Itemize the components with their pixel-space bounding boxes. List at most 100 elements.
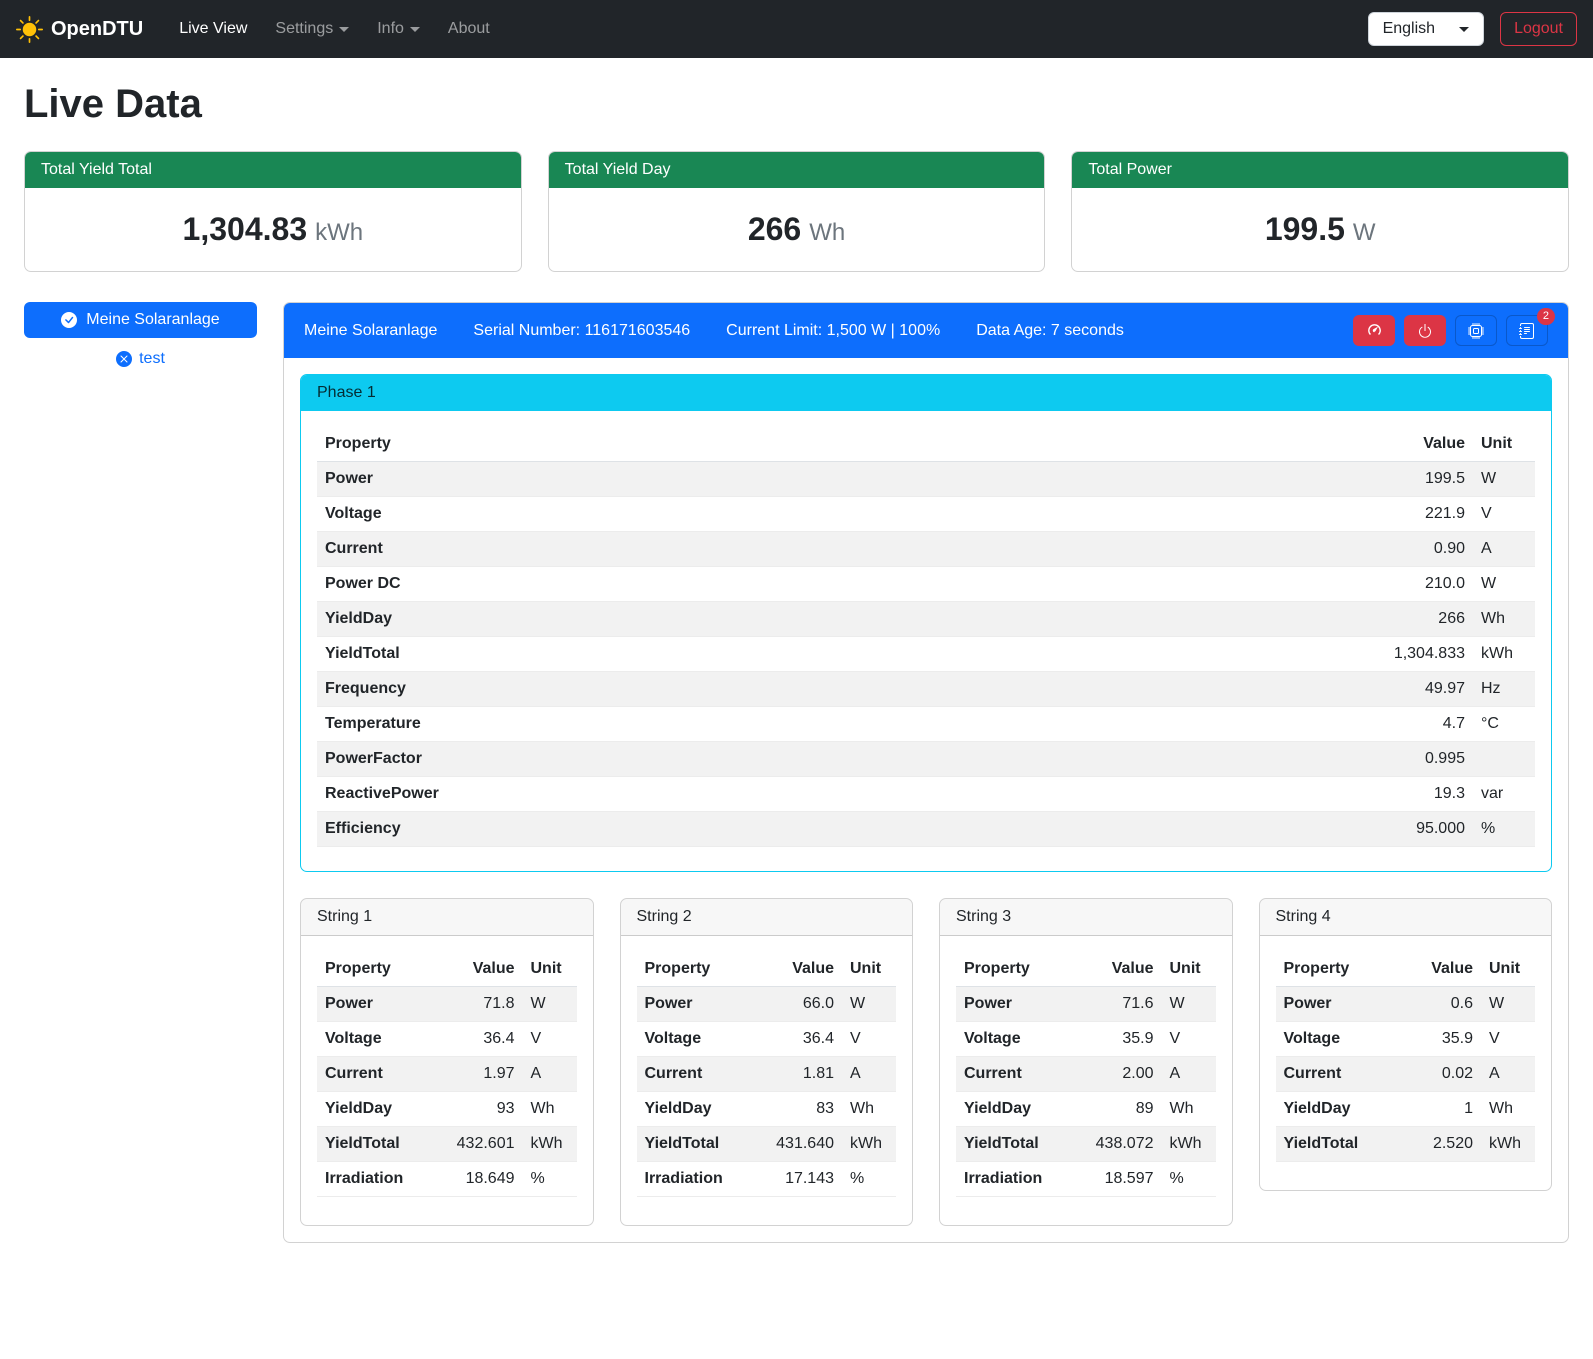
value-cell: 35.9 bbox=[1078, 1022, 1162, 1057]
nav-item-live-view[interactable]: Live View bbox=[167, 12, 259, 46]
brand[interactable]: OpenDTU bbox=[16, 16, 143, 43]
string-2-card: String 2 Property Value Unit bbox=[620, 898, 914, 1226]
table-row: YieldDay89Wh bbox=[956, 1092, 1216, 1127]
string-table-body: Power71.8WVoltage36.4VCurrent1.97AYieldD… bbox=[317, 987, 577, 1197]
card-value-area: 199.5W bbox=[1072, 188, 1568, 271]
unit-header: Unit bbox=[1473, 427, 1535, 462]
property-cell: YieldTotal bbox=[956, 1127, 1078, 1162]
value-cell: 2.520 bbox=[1397, 1127, 1481, 1162]
string-table: Property Value Unit Power0.6WVoltage35.9… bbox=[1276, 952, 1536, 1162]
inverter-name: Meine Solaranlage bbox=[304, 322, 437, 340]
string-table-body: Power71.6WVoltage35.9VCurrent2.00AYieldD… bbox=[956, 987, 1216, 1197]
unit-cell: W bbox=[1473, 462, 1535, 497]
value-cell: 0.995 bbox=[1333, 742, 1473, 777]
value-cell: 0.6 bbox=[1397, 987, 1481, 1022]
unit-cell: % bbox=[1473, 812, 1535, 847]
table-row: Current1.81A bbox=[637, 1057, 897, 1092]
property-cell: Power DC bbox=[317, 567, 1333, 602]
value-cell: 36.4 bbox=[758, 1022, 842, 1057]
string-card-title: String 1 bbox=[301, 899, 593, 936]
card-value: 199.5 bbox=[1265, 211, 1345, 247]
property-cell: Current bbox=[317, 1057, 439, 1092]
sidebar-item-test[interactable]: test bbox=[24, 350, 257, 368]
sidebar-item-meine-solaranlage[interactable]: Meine Solaranlage bbox=[24, 302, 257, 338]
limit-settings-button[interactable] bbox=[1353, 315, 1395, 346]
value-header: Value bbox=[1397, 952, 1481, 987]
string-1-card: String 1 Property Value Unit bbox=[300, 898, 594, 1226]
table-row: PowerFactor0.995 bbox=[317, 742, 1535, 777]
unit-cell: kWh bbox=[1481, 1127, 1535, 1162]
inverter-card-header: Meine Solaranlage Serial Number: 1161716… bbox=[284, 303, 1568, 358]
cpu-icon bbox=[1468, 323, 1484, 339]
nav-item-about[interactable]: About bbox=[436, 12, 502, 46]
value-cell: 266 bbox=[1333, 602, 1473, 637]
event-log-button[interactable]: 2 bbox=[1506, 315, 1548, 346]
property-cell: Current bbox=[956, 1057, 1078, 1092]
logout-button[interactable]: Logout bbox=[1500, 12, 1577, 46]
check-circle-icon bbox=[61, 312, 77, 328]
unit-cell: Hz bbox=[1473, 672, 1535, 707]
unit-cell: W bbox=[1162, 987, 1216, 1022]
unit-cell: °C bbox=[1473, 707, 1535, 742]
string-table: Property Value Unit Power71.6WVoltage35.… bbox=[956, 952, 1216, 1197]
value-cell: 36.4 bbox=[439, 1022, 523, 1057]
value-cell: 1,304.833 bbox=[1333, 637, 1473, 672]
value-cell: 18.649 bbox=[439, 1162, 523, 1197]
unit-cell: % bbox=[842, 1162, 896, 1197]
value-cell: 438.072 bbox=[1078, 1127, 1162, 1162]
card-title: Total Yield Total bbox=[25, 152, 521, 188]
table-row: Voltage35.9V bbox=[956, 1022, 1216, 1057]
string-card-title: String 2 bbox=[621, 899, 913, 936]
property-cell: YieldDay bbox=[637, 1092, 759, 1127]
string-card-title: String 4 bbox=[1260, 899, 1552, 936]
language-select[interactable]: English bbox=[1368, 12, 1484, 46]
nav-item-info[interactable]: Info bbox=[365, 12, 432, 46]
property-cell: YieldDay bbox=[1276, 1092, 1398, 1127]
unit-cell: Wh bbox=[842, 1092, 896, 1127]
value-cell: 4.7 bbox=[1333, 707, 1473, 742]
unit-header: Unit bbox=[842, 952, 896, 987]
property-cell: PowerFactor bbox=[317, 742, 1333, 777]
table-row: YieldTotal438.072kWh bbox=[956, 1127, 1216, 1162]
unit-cell: W bbox=[842, 987, 896, 1022]
unit-cell: % bbox=[1162, 1162, 1216, 1197]
unit-cell: Wh bbox=[1473, 602, 1535, 637]
string-4-card: String 4 Property Value Unit bbox=[1259, 898, 1553, 1191]
phase-card-title: Phase 1 bbox=[301, 375, 1551, 411]
unit-cell: kWh bbox=[1473, 637, 1535, 672]
phase-table: Property Value Unit Power199.5WVoltage22… bbox=[317, 427, 1535, 847]
unit-cell: W bbox=[523, 987, 577, 1022]
value-header: Value bbox=[1333, 427, 1473, 462]
value-cell: 0.02 bbox=[1397, 1057, 1481, 1092]
table-row: Power66.0W bbox=[637, 987, 897, 1022]
string-table: Property Value Unit Power66.0WVoltage36.… bbox=[637, 952, 897, 1197]
value-cell: 18.597 bbox=[1078, 1162, 1162, 1197]
table-row: YieldTotal1,304.833kWh bbox=[317, 637, 1535, 672]
device-info-button[interactable] bbox=[1455, 315, 1497, 346]
property-cell: YieldTotal bbox=[317, 1127, 439, 1162]
string-card-body: Property Value Unit Power71.8WVoltage36.… bbox=[301, 936, 593, 1225]
table-header: Property Value Unit bbox=[956, 952, 1216, 987]
brand-label: OpenDTU bbox=[51, 18, 143, 41]
property-header: Property bbox=[637, 952, 759, 987]
inverter-actions: 2 bbox=[1353, 315, 1548, 346]
value-cell: 1 bbox=[1397, 1092, 1481, 1127]
value-header: Value bbox=[1078, 952, 1162, 987]
table-row: Voltage36.4V bbox=[317, 1022, 577, 1057]
inverter-data-age: Data Age: 7 seconds bbox=[976, 322, 1124, 340]
unit-cell: V bbox=[1473, 497, 1535, 532]
unit-cell: A bbox=[1162, 1057, 1216, 1092]
x-circle-icon bbox=[116, 351, 132, 367]
table-row: YieldDay93Wh bbox=[317, 1092, 577, 1127]
table-header: Property Value Unit bbox=[317, 952, 577, 987]
value-cell: 49.97 bbox=[1333, 672, 1473, 707]
property-cell: Temperature bbox=[317, 707, 1333, 742]
value-cell: 93 bbox=[439, 1092, 523, 1127]
nav-item-settings[interactable]: Settings bbox=[263, 12, 361, 46]
property-cell: Power bbox=[317, 462, 1333, 497]
language-value: English bbox=[1383, 20, 1435, 38]
power-button[interactable] bbox=[1404, 315, 1446, 346]
property-cell: Irradiation bbox=[956, 1162, 1078, 1197]
nav-right: English Logout bbox=[1368, 12, 1577, 46]
total-yield-total-card: Total Yield Total 1,304.83kWh bbox=[24, 151, 522, 272]
